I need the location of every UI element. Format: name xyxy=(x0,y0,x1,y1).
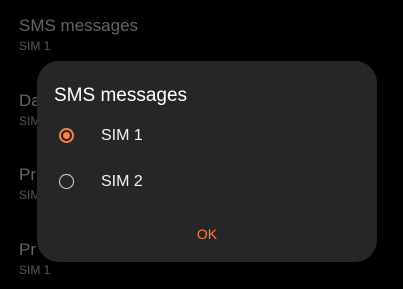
option-sim-2[interactable]: SIM 2 xyxy=(37,163,377,203)
option-label: SIM 1 xyxy=(101,127,143,144)
setting-subtitle: SIM 1 xyxy=(19,263,51,277)
dialog-title: SMS messages xyxy=(54,85,188,106)
radio-selected-icon[interactable] xyxy=(59,128,74,143)
radio-unselected-icon[interactable] xyxy=(59,174,74,189)
setting-sms-messages[interactable]: SMS messages SIM 1 xyxy=(19,16,138,53)
sim-select-dialog: SMS messages SIM 1 SIM 2 OK xyxy=(37,61,377,262)
ok-button[interactable]: OK xyxy=(187,221,227,247)
setting-title: SMS messages xyxy=(19,16,139,35)
option-sim-1[interactable]: SIM 1 xyxy=(37,117,377,157)
option-label: SIM 2 xyxy=(101,173,143,190)
setting-subtitle: SIM 1 xyxy=(19,39,51,53)
